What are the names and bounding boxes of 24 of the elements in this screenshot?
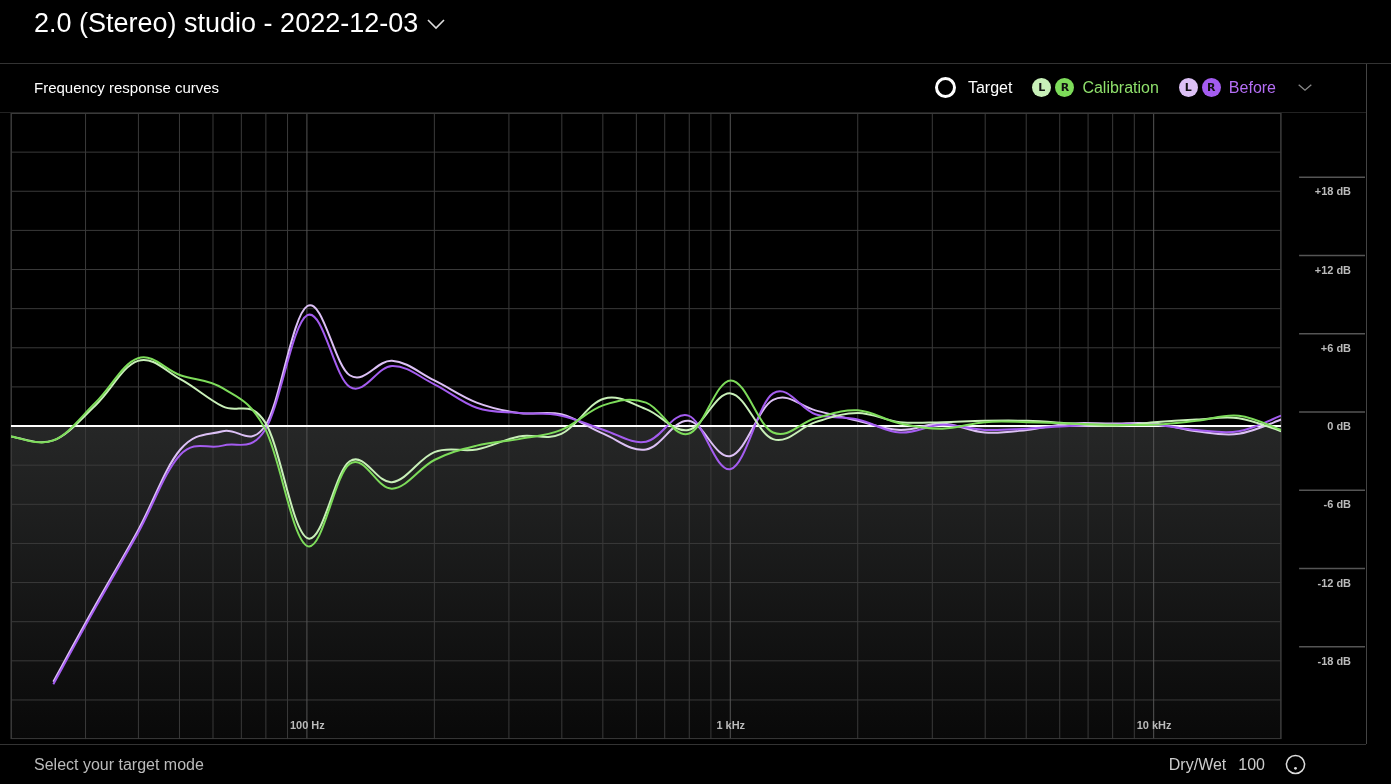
y-tick-label: +18 dB xyxy=(1314,185,1351,198)
panel-title: Frequency response curves xyxy=(34,79,220,97)
legend-label[interactable]: Calibration xyxy=(1082,78,1159,97)
x-tick-label: 100 Hz xyxy=(289,719,325,731)
session-title: 2.0 (Stereo) studio - 2022-12-03 xyxy=(34,7,419,40)
y-tick-label: 0 dB xyxy=(1327,419,1351,432)
x-tick-label: 10 kHz xyxy=(1136,719,1172,731)
channel-badge[interactable]: L xyxy=(1032,78,1052,98)
channel-badge[interactable]: R xyxy=(1201,78,1221,98)
channel-badge[interactable]: L xyxy=(1178,78,1198,98)
y-tick-label: -18 dB xyxy=(1317,654,1351,667)
dry-wet-value: 100 xyxy=(1238,755,1265,774)
channel-badge[interactable]: R xyxy=(1055,78,1075,98)
legend-label[interactable]: Target xyxy=(967,78,1013,97)
dry-wet-label: Dry/Wet xyxy=(1168,755,1227,774)
chevron-icon[interactable] xyxy=(426,18,447,30)
y-tick-label: +12 dB xyxy=(1314,263,1351,276)
legend-label[interactable]: Before xyxy=(1228,78,1276,97)
y-tick-label: -12 dB xyxy=(1317,576,1351,589)
knob-icon[interactable] xyxy=(1285,754,1306,775)
x-tick-label: 1 kHz xyxy=(716,719,746,731)
y-tick-label: +6 dB xyxy=(1320,341,1351,354)
y-tick-label: -6 dB xyxy=(1323,498,1351,511)
status-text: Select your target mode xyxy=(34,755,204,774)
